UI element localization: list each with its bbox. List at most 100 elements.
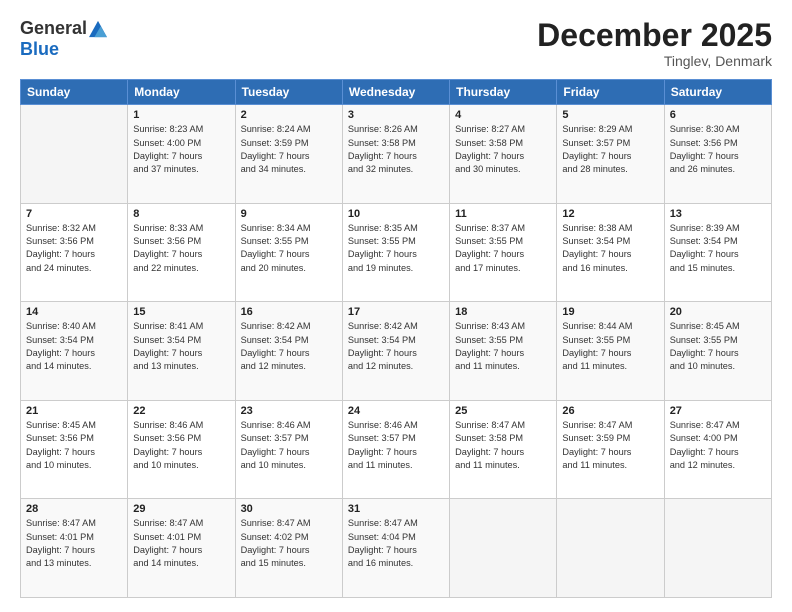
day-info: Sunrise: 8:23 AMSunset: 4:00 PMDaylight:… (133, 123, 229, 176)
weekday-header-monday: Monday (128, 80, 235, 105)
day-info: Sunrise: 8:40 AMSunset: 3:54 PMDaylight:… (26, 320, 122, 373)
day-cell: 17 Sunrise: 8:42 AMSunset: 3:54 PMDayligh… (342, 302, 449, 401)
day-cell: 19Sunrise: 8:44 AMSunset: 3:55 PMDayligh… (557, 302, 664, 401)
day-number: 15 (133, 306, 229, 318)
calendar-header: SundayMondayTuesdayWednesdayThursdayFrid… (21, 80, 772, 105)
day-info: Sunrise: 8:45 AMSunset: 3:56 PMDaylight:… (26, 419, 122, 472)
day-number: 9 (241, 208, 337, 220)
day-cell: 22Sunrise: 8:46 AMSunset: 3:56 PMDayligh… (128, 400, 235, 499)
day-number: 10 (348, 208, 444, 220)
day-info: Sunrise: 8:46 AMSunset: 3:57 PMDaylight:… (348, 419, 444, 472)
day-cell (450, 499, 557, 598)
weekday-header-saturday: Saturday (664, 80, 771, 105)
day-number: 4 (455, 109, 551, 121)
day-number: 12 (562, 208, 658, 220)
location-subtitle: Tinglev, Denmark (537, 53, 772, 69)
day-info: Sunrise: 8:47 AMSunset: 4:00 PMDaylight:… (670, 419, 766, 472)
day-number: 24 (348, 405, 444, 417)
day-info: Sunrise: 8:43 AMSunset: 3:55 PMDaylight:… (455, 320, 551, 373)
month-title: December 2025 (537, 18, 772, 53)
weekday-header-tuesday: Tuesday (235, 80, 342, 105)
day-cell: 20 Sunrise: 8:45 AMSunset: 3:55 PMDayligh… (664, 302, 771, 401)
day-info: Sunrise: 8:47 AMSunset: 4:01 PMDaylight:… (26, 517, 122, 570)
day-number: 22 (133, 405, 229, 417)
day-cell: 11 Sunrise: 8:37 AMSunset: 3:55 PMDayligh… (450, 203, 557, 302)
day-cell: 1Sunrise: 8:23 AMSunset: 4:00 PMDaylight… (128, 105, 235, 204)
day-number: 23 (241, 405, 337, 417)
day-info: Sunrise: 8:45 AMSunset: 3:55 PMDaylight:… (670, 320, 766, 373)
day-number: 26 (562, 405, 658, 417)
day-number: 5 (562, 109, 658, 121)
day-cell: 6 Sunrise: 8:30 AMSunset: 3:56 PMDaylight… (664, 105, 771, 204)
day-number: 7 (26, 208, 122, 220)
day-info: Sunrise: 8:42 AMSunset: 3:54 PMDaylight:… (348, 320, 444, 373)
day-number: 28 (26, 503, 122, 515)
day-info: Sunrise: 8:47 AMSunset: 4:02 PMDaylight:… (241, 517, 337, 570)
day-number: 21 (26, 405, 122, 417)
day-number: 29 (133, 503, 229, 515)
day-cell: 2 Sunrise: 8:24 AMSunset: 3:59 PMDaylight… (235, 105, 342, 204)
day-number: 17 (348, 306, 444, 318)
day-number: 25 (455, 405, 551, 417)
day-info: Sunrise: 8:24 AMSunset: 3:59 PMDaylight:… (241, 123, 337, 176)
day-cell (557, 499, 664, 598)
day-info: Sunrise: 8:35 AMSunset: 3:55 PMDaylight:… (348, 222, 444, 275)
calendar-body: 1Sunrise: 8:23 AMSunset: 4:00 PMDaylight… (21, 105, 772, 598)
week-row-5: 28 Sunrise: 8:47 AMSunset: 4:01 PMDayligh… (21, 499, 772, 598)
day-info: Sunrise: 8:39 AMSunset: 3:54 PMDaylight:… (670, 222, 766, 275)
day-info: Sunrise: 8:29 AMSunset: 3:57 PMDaylight:… (562, 123, 658, 176)
day-cell: 14 Sunrise: 8:40 AMSunset: 3:54 PMDayligh… (21, 302, 128, 401)
day-info: Sunrise: 8:47 AMSunset: 4:01 PMDaylight:… (133, 517, 229, 570)
day-number: 16 (241, 306, 337, 318)
day-info: Sunrise: 8:41 AMSunset: 3:54 PMDaylight:… (133, 320, 229, 373)
day-info: Sunrise: 8:47 AMSunset: 3:59 PMDaylight:… (562, 419, 658, 472)
day-info: Sunrise: 8:47 AMSunset: 3:58 PMDaylight:… (455, 419, 551, 472)
day-cell: 28 Sunrise: 8:47 AMSunset: 4:01 PMDayligh… (21, 499, 128, 598)
day-number: 14 (26, 306, 122, 318)
weekday-header-thursday: Thursday (450, 80, 557, 105)
logo-icon (89, 20, 107, 38)
day-cell: 12Sunrise: 8:38 AMSunset: 3:54 PMDayligh… (557, 203, 664, 302)
header: General Blue December 2025 Tinglev, Denm… (20, 18, 772, 69)
week-row-1: 1Sunrise: 8:23 AMSunset: 4:00 PMDaylight… (21, 105, 772, 204)
day-info: Sunrise: 8:34 AMSunset: 3:55 PMDaylight:… (241, 222, 337, 275)
day-cell: 30 Sunrise: 8:47 AMSunset: 4:02 PMDayligh… (235, 499, 342, 598)
day-cell: 25 Sunrise: 8:47 AMSunset: 3:58 PMDayligh… (450, 400, 557, 499)
day-number: 3 (348, 109, 444, 121)
day-info: Sunrise: 8:33 AMSunset: 3:56 PMDaylight:… (133, 222, 229, 275)
weekday-header-friday: Friday (557, 80, 664, 105)
day-number: 6 (670, 109, 766, 121)
calendar-table: SundayMondayTuesdayWednesdayThursdayFrid… (20, 79, 772, 598)
day-cell: 27 Sunrise: 8:47 AMSunset: 4:00 PMDayligh… (664, 400, 771, 499)
title-block: December 2025 Tinglev, Denmark (537, 18, 772, 69)
logo-general-text: General (20, 18, 87, 39)
day-cell (21, 105, 128, 204)
calendar-page: General Blue December 2025 Tinglev, Denm… (0, 0, 792, 612)
day-cell: 24 Sunrise: 8:46 AMSunset: 3:57 PMDayligh… (342, 400, 449, 499)
day-number: 20 (670, 306, 766, 318)
week-row-4: 21 Sunrise: 8:45 AMSunset: 3:56 PMDayligh… (21, 400, 772, 499)
day-cell: 10 Sunrise: 8:35 AMSunset: 3:55 PMDayligh… (342, 203, 449, 302)
day-number: 30 (241, 503, 337, 515)
day-cell: 3 Sunrise: 8:26 AMSunset: 3:58 PMDaylight… (342, 105, 449, 204)
day-cell: 9 Sunrise: 8:34 AMSunset: 3:55 PMDaylight… (235, 203, 342, 302)
day-number: 27 (670, 405, 766, 417)
day-info: Sunrise: 8:46 AMSunset: 3:57 PMDaylight:… (241, 419, 337, 472)
day-number: 8 (133, 208, 229, 220)
day-cell: 16Sunrise: 8:42 AMSunset: 3:54 PMDayligh… (235, 302, 342, 401)
day-info: Sunrise: 8:26 AMSunset: 3:58 PMDaylight:… (348, 123, 444, 176)
day-cell: 26 Sunrise: 8:47 AMSunset: 3:59 PMDayligh… (557, 400, 664, 499)
day-cell (664, 499, 771, 598)
day-info: Sunrise: 8:32 AMSunset: 3:56 PMDaylight:… (26, 222, 122, 275)
day-info: Sunrise: 8:37 AMSunset: 3:55 PMDaylight:… (455, 222, 551, 275)
day-number: 2 (241, 109, 337, 121)
day-cell: 8 Sunrise: 8:33 AMSunset: 3:56 PMDaylight… (128, 203, 235, 302)
day-number: 11 (455, 208, 551, 220)
day-cell: 15 Sunrise: 8:41 AMSunset: 3:54 PMDayligh… (128, 302, 235, 401)
day-cell: 7 Sunrise: 8:32 AMSunset: 3:56 PMDaylight… (21, 203, 128, 302)
day-info: Sunrise: 8:30 AMSunset: 3:56 PMDaylight:… (670, 123, 766, 176)
logo-blue-text: Blue (20, 39, 59, 59)
day-cell: 23 Sunrise: 8:46 AMSunset: 3:57 PMDayligh… (235, 400, 342, 499)
day-info: Sunrise: 8:27 AMSunset: 3:58 PMDaylight:… (455, 123, 551, 176)
week-row-2: 7 Sunrise: 8:32 AMSunset: 3:56 PMDaylight… (21, 203, 772, 302)
